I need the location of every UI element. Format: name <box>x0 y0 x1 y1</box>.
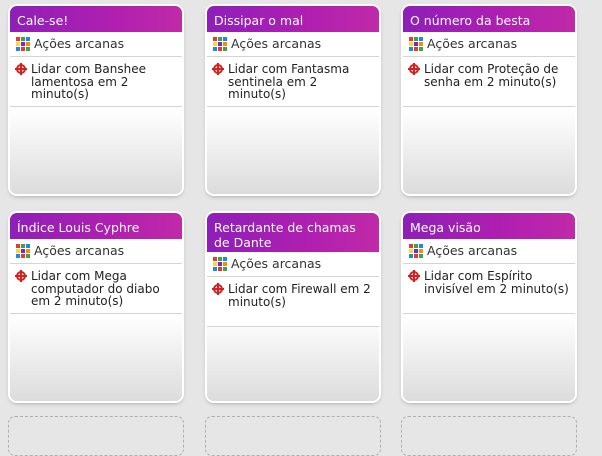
task-row: Lidar com Banshee lamentosa em 2 minuto(… <box>10 57 182 107</box>
task-row: Lidar com Firewall em 2 minuto(s) <box>207 277 379 327</box>
card-indice-louis-cyphre[interactable]: Índice Louis Cyphre Ações arcanas Lidar … <box>10 213 182 401</box>
card-o-numero-da-besta[interactable]: O número da besta Ações arcanas Lidar co… <box>403 6 575 194</box>
card-title: O número da besta <box>403 6 575 32</box>
card-title: Mega visão <box>403 213 575 239</box>
category-row: Ações arcanas <box>10 239 182 264</box>
arcane-grid-icon <box>409 243 423 258</box>
category-row: Ações arcanas <box>10 32 182 57</box>
card-title: Retardante de chamas de Dante <box>207 213 379 252</box>
task-text: Lidar com Proteção de senha em 2 minuto(… <box>424 62 559 89</box>
category-row: Ações arcanas <box>207 32 379 57</box>
arcane-grid-icon <box>16 243 30 258</box>
empty-card-slot[interactable] <box>8 416 184 456</box>
target-crosshair-icon <box>15 270 27 282</box>
card-dissipar-o-mal[interactable]: Dissipar o mal Ações arcanas Lidar com F… <box>207 6 379 194</box>
category-row: Ações arcanas <box>403 239 575 264</box>
target-crosshair-icon <box>212 63 224 75</box>
task-row: Lidar com Fantasma sentinela em 2 minuto… <box>207 57 379 107</box>
card-retardante-de-chamas[interactable]: Retardante de chamas de Dante Ações arca… <box>207 213 379 401</box>
empty-card-slot[interactable] <box>401 416 577 456</box>
arcane-grid-icon <box>16 36 30 51</box>
target-crosshair-icon <box>212 283 224 295</box>
card-title: Cale-se! <box>10 6 182 32</box>
task-text: Lidar com Fantasma sentinela em 2 minuto… <box>228 62 350 101</box>
task-text: Lidar com Banshee lamentosa em 2 minuto(… <box>31 62 146 101</box>
category-row: Ações arcanas <box>403 32 575 57</box>
category-label: Ações arcanas <box>34 36 125 51</box>
category-label: Ações arcanas <box>231 256 322 271</box>
target-crosshair-icon <box>408 270 420 282</box>
category-label: Ações arcanas <box>231 36 322 51</box>
task-text: Lidar com Firewall em 2 minuto(s) <box>228 282 371 309</box>
card-cale-se[interactable]: Cale-se! Ações arcanas Lidar com Banshee… <box>10 6 182 194</box>
category-label: Ações arcanas <box>427 243 518 258</box>
card-mega-visao[interactable]: Mega visão Ações arcanas Lidar com Espír… <box>403 213 575 401</box>
task-text: Lidar com Mega computador do diabo em 2 … <box>31 269 160 308</box>
task-row: Lidar com Espírito invisível em 2 minuto… <box>403 264 575 314</box>
task-row: Lidar com Proteção de senha em 2 minuto(… <box>403 57 575 107</box>
target-crosshair-icon <box>408 63 420 75</box>
target-crosshair-icon <box>15 63 27 75</box>
task-row: Lidar com Mega computador do diabo em 2 … <box>10 264 182 314</box>
card-title: Dissipar o mal <box>207 6 379 32</box>
card-title: Índice Louis Cyphre <box>10 213 182 239</box>
arcane-grid-icon <box>213 36 227 51</box>
task-text: Lidar com Espírito invisível em 2 minuto… <box>424 269 569 296</box>
arcane-grid-icon <box>409 36 423 51</box>
category-label: Ações arcanas <box>427 36 518 51</box>
category-row: Ações arcanas <box>207 252 379 277</box>
arcane-grid-icon <box>213 256 227 271</box>
category-label: Ações arcanas <box>34 243 125 258</box>
empty-card-slot[interactable] <box>205 416 381 456</box>
